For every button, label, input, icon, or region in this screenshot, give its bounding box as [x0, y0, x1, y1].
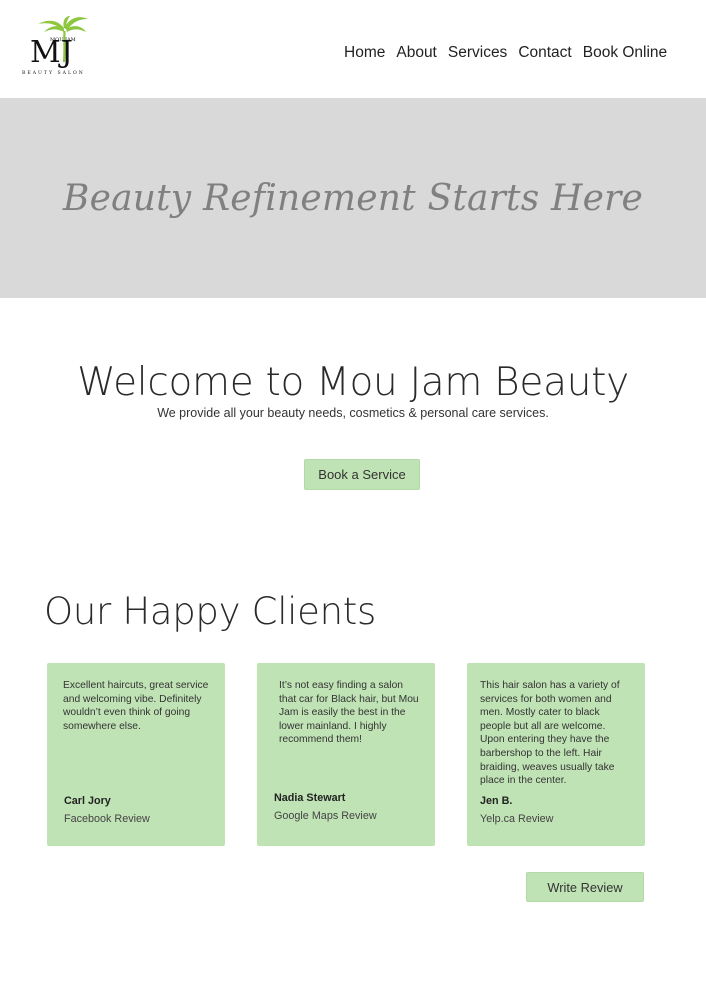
welcome-title: Welcome to Mou Jam Beauty — [77, 360, 629, 405]
svg-text:MOU JAM: MOU JAM — [50, 37, 76, 43]
review-quote: Excellent haircuts, great service and we… — [63, 680, 209, 732]
hero-banner: Beauty Refinement Starts Here — [0, 98, 706, 298]
reviewer-name: Carl Jory — [64, 795, 111, 807]
site-header: MJ MOU JAM BEAUTY SALON Home About Servi… — [0, 0, 706, 98]
review-source: Google Maps Review — [274, 810, 377, 822]
book-service-button[interactable]: Book a Service — [304, 459, 420, 490]
reviewer-name: Nadia Stewart — [274, 792, 346, 804]
salon-logo[interactable]: MJ MOU JAM BEAUTY SALON — [20, 14, 98, 78]
nav-contact[interactable]: Contact — [518, 44, 571, 62]
review-quote: This hair salon has a variety of service… — [480, 680, 620, 787]
review-card: It’s not easy finding a salon that car f… — [257, 663, 435, 846]
svg-text:BEAUTY SALON: BEAUTY SALON — [22, 70, 85, 76]
hero-tagline: Beauty Refinement Starts Here — [62, 178, 644, 219]
main-nav: Home About Services Contact Book Online — [344, 44, 667, 62]
nav-book-online[interactable]: Book Online — [583, 44, 667, 62]
welcome-subtitle: We provide all your beauty needs, cosmet… — [157, 406, 549, 420]
clients-section-title: Our Happy Clients — [44, 590, 376, 633]
nav-home[interactable]: Home — [344, 44, 385, 62]
review-source: Yelp.ca Review — [480, 813, 554, 825]
write-review-button[interactable]: Write Review — [526, 872, 644, 902]
nav-services[interactable]: Services — [448, 44, 507, 62]
review-quote: It’s not easy finding a salon that car f… — [279, 680, 419, 746]
nav-about[interactable]: About — [396, 44, 437, 62]
review-source: Facebook Review — [64, 813, 150, 825]
review-card: Excellent haircuts, great service and we… — [47, 663, 225, 846]
palm-logo-icon: MJ MOU JAM BEAUTY SALON — [22, 16, 88, 76]
reviewer-name: Jen B. — [480, 795, 513, 807]
review-card: This hair salon has a variety of service… — [467, 663, 645, 846]
